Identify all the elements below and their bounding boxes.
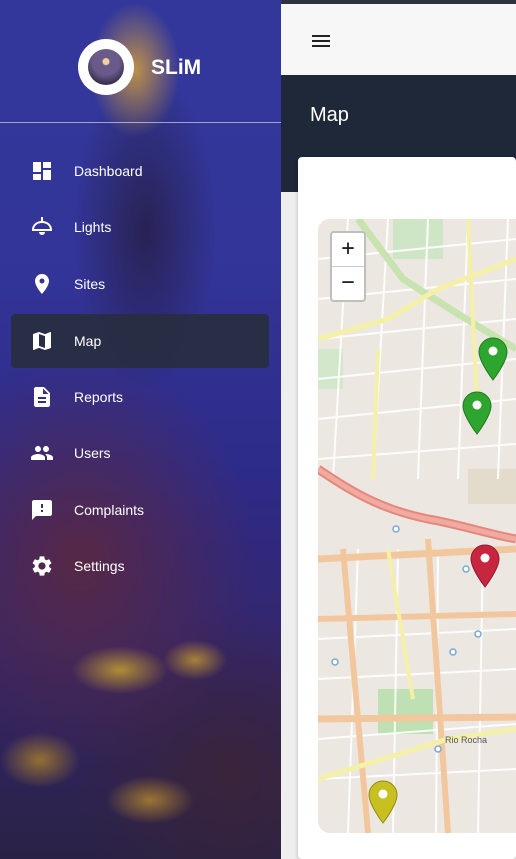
sidebar-item-label: Sites (74, 276, 106, 292)
zoom-out-button[interactable]: − (332, 266, 364, 299)
sidebar-item-label: Reports (74, 389, 124, 405)
sidebar-item-dashboard[interactable]: Dashboard (11, 144, 269, 198)
sidebar-item-label: Complaints (74, 502, 145, 518)
users-icon (31, 446, 53, 460)
sidebar-item-label: Users (74, 445, 111, 461)
gear-icon (32, 556, 52, 576)
brand-name[interactable]: SLiM (151, 56, 201, 80)
brand-logo-image (88, 49, 124, 85)
street-label: Rio Rocha (445, 735, 487, 745)
topbar (281, 0, 516, 75)
sidebar-item-settings[interactable]: Settings (11, 539, 269, 593)
map-tiles: Rio Rocha (318, 219, 516, 833)
zoom-control: + − (330, 231, 366, 302)
lamp-icon (31, 217, 53, 235)
sidebar-divider (0, 122, 281, 123)
sidebar-item-label: Dashboard (74, 163, 143, 179)
sidebar-item-label: Map (74, 333, 102, 349)
document-icon (34, 387, 50, 407)
sidebar-item-users[interactable]: Users (11, 426, 269, 480)
map-view[interactable]: Rio Rocha + − (318, 219, 516, 833)
sidebar-item-complaints[interactable]: Complaints (11, 483, 269, 537)
sidebar-item-label: Settings (74, 558, 125, 574)
map-marker-green[interactable] (462, 391, 492, 435)
sidebar: SLiM Dashboard Lights Sites Map Reports … (0, 0, 281, 859)
hamburger-menu-icon[interactable] (308, 29, 334, 53)
map-icon (33, 332, 51, 350)
sidebar-item-sites[interactable]: Sites (11, 257, 269, 311)
map-marker-yellow[interactable] (368, 780, 398, 824)
map-marker-red[interactable] (470, 544, 500, 588)
feedback-icon (32, 500, 52, 520)
sidebar-item-map[interactable]: Map (11, 314, 269, 368)
location-pin-icon (35, 274, 49, 294)
sidebar-item-label: Lights (74, 219, 112, 235)
dashboard-icon (33, 162, 51, 180)
brand: SLiM (0, 0, 281, 123)
map-marker-green[interactable] (478, 337, 508, 381)
sidebar-item-reports[interactable]: Reports (11, 370, 269, 424)
zoom-in-button[interactable]: + (332, 233, 364, 266)
sidebar-item-lights[interactable]: Lights (11, 200, 269, 254)
page-title: Map (310, 104, 349, 126)
map-card: Rio Rocha + − (298, 157, 516, 859)
brand-logo[interactable] (78, 39, 134, 95)
